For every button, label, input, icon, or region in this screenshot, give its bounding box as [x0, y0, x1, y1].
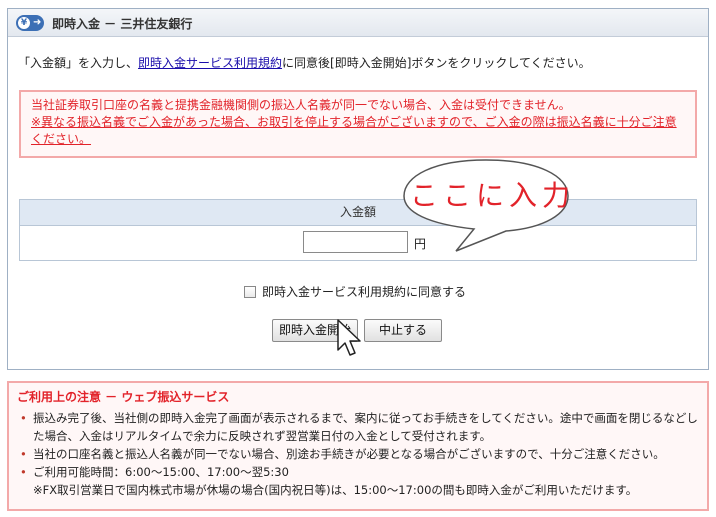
- amount-table: 入金額 円: [19, 199, 697, 261]
- note-subtext: ※FX取引営業日で国内株式市場が休場の場合(国内祝日等)は、15:00～17:0…: [33, 483, 638, 497]
- name-warning-box: 当社証券取引口座の名義と提携金融機関側の振込人名義が同一でない場合、入金は受付で…: [19, 90, 697, 158]
- warning-line-2: ※異なる振込名義でご入金があった場合、お取引を停止する場合がございますので、ご入…: [31, 115, 677, 146]
- warning-line-1: 当社証券取引口座の名義と提携金融機関側の振込人名義が同一でない場合、入金は受付で…: [31, 98, 571, 112]
- list-item: • ご利用可能時間：6:00～15:00、17:00～翌5:30 ※FX取引営業日で…: [17, 463, 699, 499]
- yen-transfer-icon: ¥ ➜: [16, 15, 44, 31]
- note-text: 振込み完了後、当社側の即時入金完了画面が表示されるまで、案内に従ってお手続きをし…: [33, 411, 698, 443]
- amount-header: 入金額: [20, 200, 696, 226]
- panel-header: ¥ ➜ 即時入金 － 三井住友銀行: [8, 9, 708, 37]
- amount-input[interactable]: [303, 231, 408, 253]
- list-item: • 当社の口座名義と振込人名義が同一でない場合、別途お手続きが必要となる場合がござ…: [20, 447, 665, 461]
- callout-text: ここに入力: [410, 179, 576, 212]
- notes-list: • 振込み完了後、当社側の即時入金完了画面が表示されるまで、案内に従ってお手続きを…: [17, 409, 699, 499]
- intro-text: 「入金額」を入力し、即時入金サービス利用規約に同意後[即時入金開始]ボタンをクリ…: [18, 54, 591, 71]
- usage-notes-box: ご利用上の注意 － ウェブ振込サービス • 振込み完了後、当社側の即時入金完了画面…: [7, 381, 709, 511]
- agree-label[interactable]: 即時入金サービス利用規約に同意する: [262, 285, 466, 299]
- cancel-button[interactable]: 中止する: [364, 319, 442, 342]
- notes-title: ご利用上の注意 － ウェブ振込サービス: [17, 390, 230, 404]
- page-title: 即時入金 － 三井住友銀行: [52, 17, 193, 31]
- note-text: 当社の口座名義と振込人名義が同一でない場合、別途お手続きが必要となる場合がござい…: [33, 447, 665, 461]
- intro-suffix: に同意後[即時入金開始]ボタンをクリックしてください。: [282, 56, 591, 70]
- list-item: • 振込み完了後、当社側の即時入金完了画面が表示されるまで、案内に従ってお手続きを…: [20, 411, 698, 443]
- agree-checkbox[interactable]: [244, 286, 256, 298]
- deposit-panel: ¥ ➜ 即時入金 － 三井住友銀行 「入金額」を入力し、即時入金サービス利用規約に…: [7, 8, 709, 370]
- intro-prefix: 「入金額」を入力し、: [18, 56, 139, 70]
- amount-row: 円: [20, 226, 696, 260]
- terms-link[interactable]: 即時入金サービス利用規約: [138, 56, 282, 70]
- mouse-cursor-icon: [337, 319, 361, 356]
- note-text: ご利用可能時間：6:00～15:00、17:00～翌5:30: [33, 465, 289, 479]
- agree-checkbox-row[interactable]: 即時入金サービス利用規約に同意する: [244, 283, 466, 300]
